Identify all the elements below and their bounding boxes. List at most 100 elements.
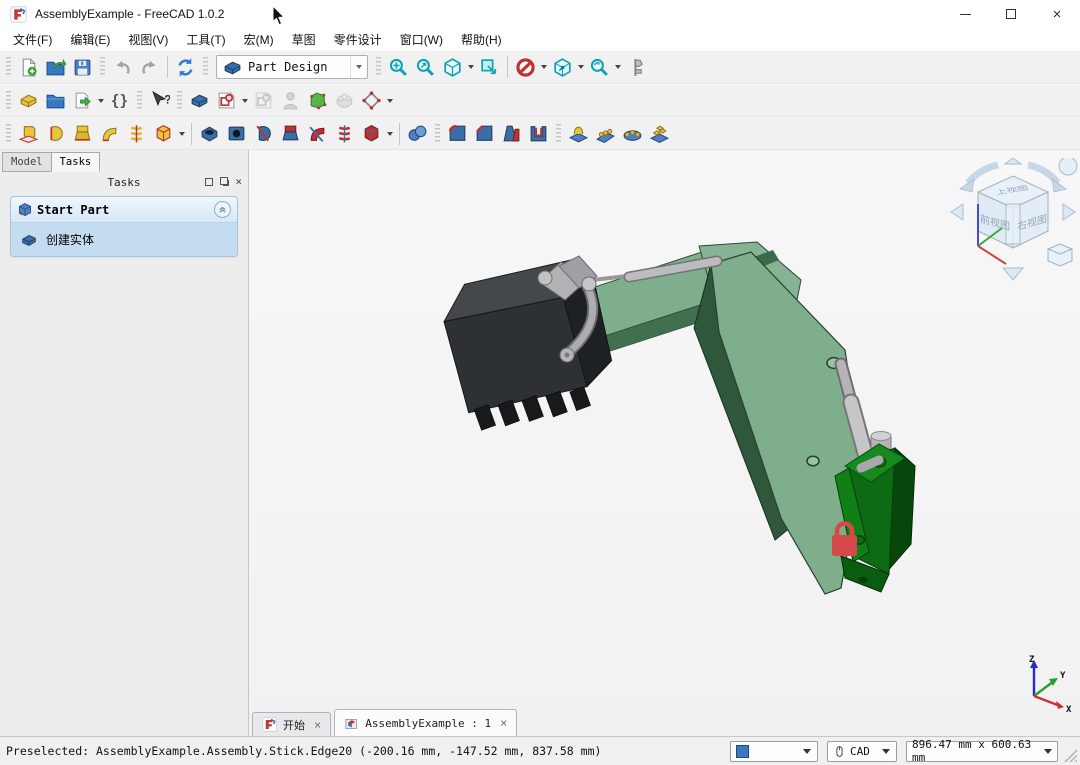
view-isometric-button[interactable] [439,54,466,81]
chamfer-button[interactable] [471,120,498,147]
polar-pattern-button[interactable] [619,120,646,147]
maximize-button[interactable] [988,0,1034,28]
toolbar-grip[interactable] [177,91,182,111]
create-sketch-button[interactable] [213,87,240,114]
draw-style-selector[interactable] [730,741,818,762]
dropdown-arrow-icon[interactable] [177,120,187,147]
additive-loft-button[interactable] [69,120,96,147]
toolbar-grip[interactable] [435,124,440,144]
subtractive-pipe-button[interactable] [304,120,331,147]
toolbar-grip[interactable] [6,124,11,144]
linear-pattern-button[interactable] [592,120,619,147]
whats-this-button[interactable]: ? [146,87,173,114]
expression-button[interactable]: {} [106,87,133,114]
subtractive-loft-button[interactable] [277,120,304,147]
datum-button[interactable] [358,87,385,114]
tab-model[interactable]: Model [2,152,52,172]
map-sketch-button[interactable] [304,87,331,114]
menu-item-1[interactable]: 编辑(E) [61,29,119,50]
toolbar-grip[interactable] [203,57,208,77]
thickness-button[interactable] [525,120,552,147]
navigation-style-selector[interactable]: CAD [827,741,897,762]
dropdown-arrow-icon[interactable] [613,54,623,81]
groove-button[interactable] [250,120,277,147]
dropdown-arrow-icon[interactable] [385,120,395,147]
toolbar-grip[interactable] [137,91,142,111]
save-button[interactable] [69,54,96,81]
menu-item-3[interactable]: 工具(T) [177,29,234,50]
menu-item-5[interactable]: 草图 [283,29,325,50]
menu-item-8[interactable]: 帮助(H) [452,29,511,50]
close-button[interactable]: × [1034,0,1080,28]
std-part-button[interactable] [15,87,42,114]
chevron-down-icon [800,749,814,754]
dropdown-arrow-icon[interactable] [96,87,106,114]
navigation-cube[interactable]: 上视图 前视图 右视图 [948,158,1078,283]
menu-item-2[interactable]: 视图(V) [119,29,177,50]
draft-button[interactable] [498,120,525,147]
subtractive-helix-button[interactable] [331,120,358,147]
dimension-display[interactable]: 896.47 mm x 600.63 mm [906,741,1058,762]
menu-item-4[interactable]: 宏(M) [235,29,283,50]
start-part-header[interactable]: Start Part [11,197,237,223]
fillet-button[interactable] [444,120,471,147]
boolean-button[interactable] [404,120,431,147]
zoom-tool-button[interactable] [586,54,613,81]
zoom-selection-button[interactable] [412,54,439,81]
dock-float-icon[interactable] [220,177,228,185]
additive-helix-button[interactable] [123,120,150,147]
document-tab-1[interactable]: AssemblyExample : 1× [334,709,517,736]
create-body-task-item[interactable]: 创建实体 [11,223,237,256]
undo-button[interactable] [109,54,136,81]
tab-close-icon[interactable]: × [314,718,321,732]
menu-item-7[interactable]: 窗口(W) [391,29,452,50]
tab-tasks[interactable]: Tasks [51,152,101,172]
new-file-button[interactable] [15,54,42,81]
viewport-3d[interactable]: 上视图 前视图 右视图 [249,150,1080,736]
open-file-button[interactable] [42,54,69,81]
menu-item-6[interactable]: 零件设计 [325,29,391,50]
dock-close-icon[interactable]: × [235,178,242,186]
toolbar-grip[interactable] [556,124,561,144]
dropdown-arrow-icon[interactable] [385,87,395,114]
toolbar-grip[interactable] [6,91,11,111]
view-cube-button[interactable] [549,54,576,81]
dropdown-arrow-icon[interactable] [576,54,586,81]
model-bucket[interactable] [427,242,635,446]
mirrored-button[interactable] [565,120,592,147]
redo-button[interactable] [136,54,163,81]
navcube-mini-cube-icon[interactable] [1048,244,1072,266]
fillet-icon [447,123,468,144]
resize-grip[interactable] [1064,749,1077,762]
clipping-button[interactable] [512,54,539,81]
minimize-button[interactable] [942,0,988,28]
group-button[interactable] [42,87,69,114]
collapse-section-button[interactable] [214,201,231,218]
additive-pipe-button[interactable] [96,120,123,147]
hole-button[interactable] [223,120,250,147]
menu-item-0[interactable]: 文件(F) [4,29,61,50]
pad-button[interactable] [15,120,42,147]
dropdown-arrow-icon[interactable] [539,54,549,81]
pocket-button[interactable] [196,120,223,147]
dropdown-arrow-icon[interactable] [240,87,250,114]
dropdown-arrow-icon[interactable] [466,54,476,81]
workbench-selector[interactable]: Part Design [216,55,368,79]
toolbar-grip[interactable] [376,57,381,77]
zoom-fit-button[interactable] [385,54,412,81]
refresh-button[interactable] [172,54,199,81]
toolbar-grip[interactable] [6,57,11,77]
export-button[interactable] [69,87,96,114]
document-tab-0[interactable]: 开始× [252,712,331,736]
additive-primitive-button[interactable] [150,120,177,147]
subtractive-primitive-button[interactable] [358,120,385,147]
dock-minimize-icon[interactable] [205,178,213,186]
revolution-button[interactable] [42,120,69,147]
measure-button[interactable] [623,54,650,81]
multitransform-button[interactable] [646,120,673,147]
view-select-button[interactable] [476,54,503,81]
chevron-down-icon[interactable] [350,56,367,78]
create-body-button[interactable] [186,87,213,114]
toolbar-grip[interactable] [100,57,105,77]
tab-close-icon[interactable]: × [500,716,507,730]
